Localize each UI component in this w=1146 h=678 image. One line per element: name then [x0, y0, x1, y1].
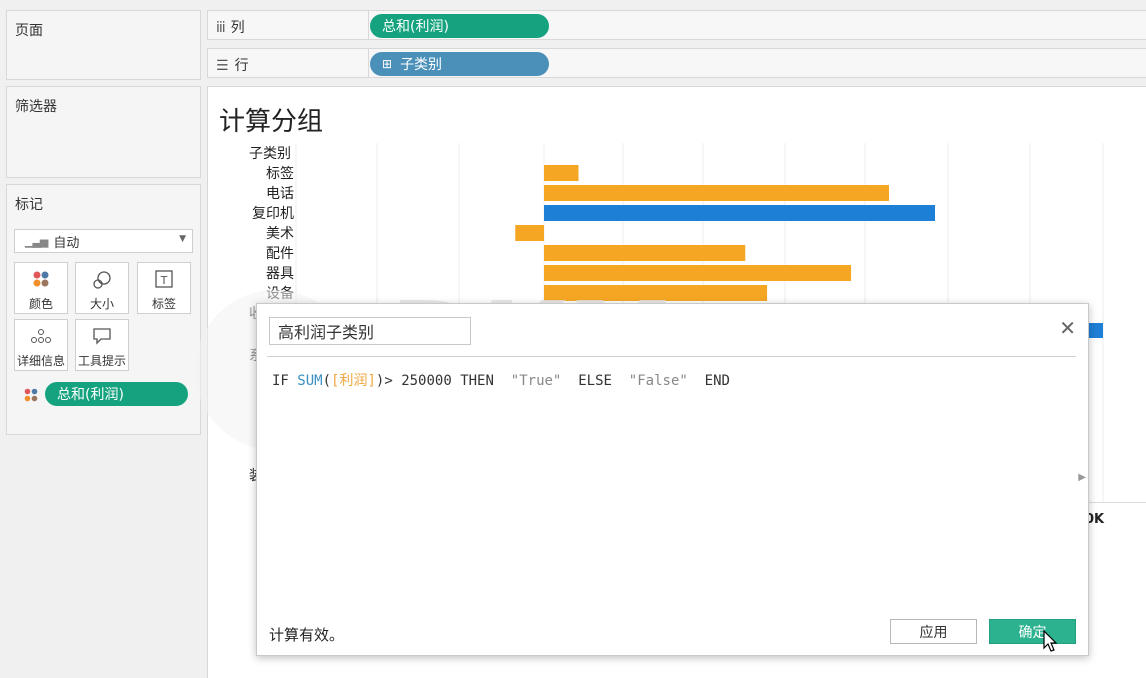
filters-card: 筛选器 [6, 86, 201, 178]
tooltip-label: 工具提示 [77, 354, 126, 368]
label-button[interactable]: T 标签 [137, 262, 191, 314]
columns-shelf: iii 列 总和(利润) [207, 10, 1146, 40]
mark-field-pill[interactable]: 总和(利润) [45, 382, 188, 406]
formula-editor[interactable]: IF SUM([利润])> 250000 THEN "True" ELSE "F… [272, 370, 730, 390]
svg-text:T: T [160, 274, 168, 287]
tooltip-button[interactable]: 工具提示 [75, 319, 129, 371]
size-button[interactable]: 大小 [75, 262, 129, 314]
formula-false: "False" [628, 373, 688, 389]
chevron-down-icon: ▼ [179, 234, 186, 244]
calc-status: 计算有效。 [269, 626, 345, 644]
formula-op: )> [375, 373, 393, 389]
formula-field: [利润] [331, 373, 376, 389]
label-label: 标签 [151, 297, 176, 311]
ok-button[interactable]: 确定 [989, 619, 1076, 644]
formula-paren: ( [322, 373, 332, 389]
detail-icon [15, 326, 67, 352]
rows-pill[interactable]: ⊞ 子类别 [370, 52, 549, 76]
color-button[interactable]: 颜色 [14, 262, 68, 314]
shelf-divider [368, 11, 369, 39]
formula-number: 250000 [401, 373, 452, 389]
bar-6[interactable] [544, 285, 768, 301]
columns-icon: iii [216, 20, 226, 36]
scroll-right-icon[interactable]: ▶ [1078, 472, 1086, 483]
marks-card: 标记 ▁▃▅ 自动 ▼ 颜色 大小 T 标签 详细信息 工具提示 总和(利润) [6, 184, 201, 435]
bar-4[interactable] [544, 245, 746, 261]
marks-title: 标记 [15, 197, 43, 213]
bar-partial [1088, 323, 1103, 338]
expand-icon: ⊞ [382, 57, 393, 71]
color-icon [15, 269, 67, 295]
bar-2[interactable] [544, 205, 935, 221]
axis-line [1088, 502, 1146, 503]
mouse-cursor-icon [1043, 630, 1058, 652]
columns-pill[interactable]: 总和(利润) [370, 14, 549, 38]
size-label: 大小 [89, 297, 114, 311]
filters-title: 筛选器 [15, 99, 57, 115]
mark-type-value: 自动 [53, 235, 80, 251]
formula-end: END [704, 373, 730, 389]
color-dots-icon [23, 387, 39, 407]
category-label-6: 设备 [266, 285, 294, 302]
pages-title: 页面 [15, 23, 43, 39]
color-label: 颜色 [28, 297, 53, 311]
category-label-2: 复印机 [252, 205, 294, 222]
bar-3[interactable] [515, 225, 544, 241]
detail-label: 详细信息 [16, 354, 65, 368]
category-label-1: 电话 [266, 186, 294, 202]
bar-1[interactable] [544, 185, 889, 201]
category-label-0: 标签 [266, 165, 294, 182]
size-icon [76, 269, 128, 295]
rows-icon: ☰ [216, 58, 229, 74]
formula-else: ELSE [578, 373, 612, 389]
close-icon[interactable]: ✕ [1059, 318, 1076, 338]
formula-then: THEN [460, 373, 494, 389]
tooltip-icon [76, 326, 128, 352]
category-label-3: 美术 [266, 226, 294, 242]
label-icon: T [138, 269, 190, 295]
category-label-5: 器具 [266, 266, 294, 282]
dialog-divider [267, 356, 1076, 357]
detail-button[interactable]: 详细信息 [14, 319, 68, 371]
pages-card: 页面 [6, 10, 201, 80]
calculated-field-dialog: ✕ IF SUM([利润])> 250000 THEN "True" ELSE … [256, 303, 1089, 656]
rows-shelf-label: ☰ 行 [216, 58, 249, 74]
calc-name-input[interactable] [269, 317, 471, 345]
bar-chart-icon: ▁▃▅ [25, 234, 48, 248]
category-label-4: 配件 [266, 246, 294, 262]
bar-5[interactable] [544, 265, 852, 281]
bar-0[interactable] [544, 165, 579, 181]
formula-function: SUM [297, 373, 323, 389]
shelf-divider [368, 49, 369, 77]
formula-if: IF [272, 373, 289, 389]
row-header: 子类别 [249, 146, 291, 162]
rows-shelf: ☰ 行 ⊞ 子类别 [207, 48, 1146, 78]
apply-button[interactable]: 应用 [890, 619, 977, 644]
columns-shelf-label: iii 列 [216, 20, 245, 36]
mark-type-select[interactable]: ▁▃▅ 自动 ▼ [14, 229, 193, 253]
formula-true: "True" [510, 373, 562, 389]
